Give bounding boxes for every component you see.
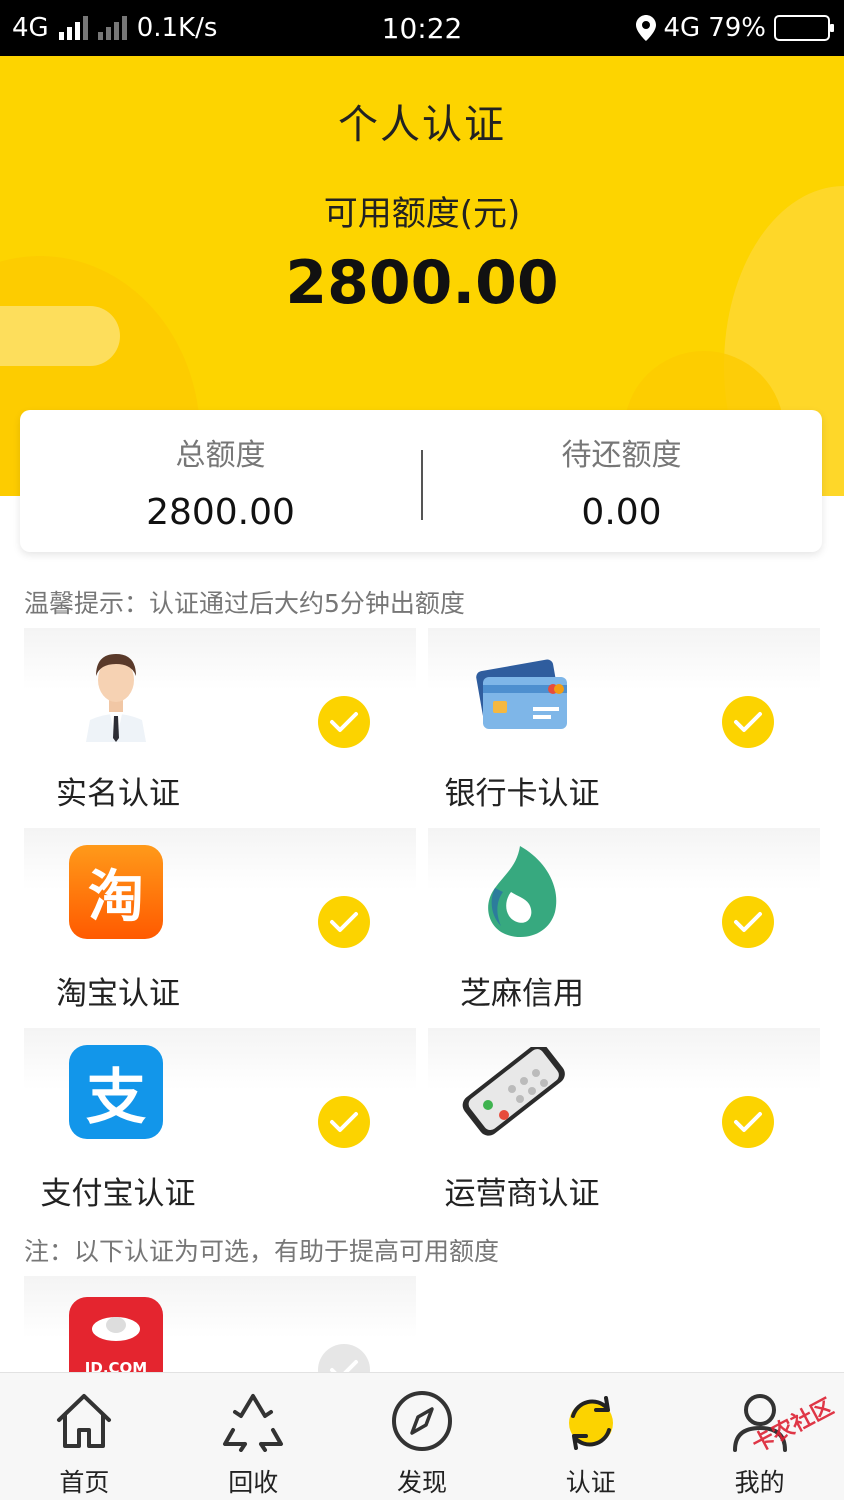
- verified-check-icon: [722, 696, 774, 748]
- nav-label: 认证: [565, 1468, 616, 1497]
- pending-credit: 待还额度 0.00: [421, 410, 822, 552]
- total-credit-label: 总额度: [175, 437, 266, 473]
- compass-icon: [388, 1387, 456, 1455]
- verified-check-icon: [318, 1096, 370, 1148]
- battery-percent: 79%: [708, 13, 766, 43]
- recycle-icon: [219, 1387, 287, 1455]
- nav-discover[interactable]: 发现: [338, 1373, 507, 1500]
- verified-check-icon: [722, 896, 774, 948]
- pending-credit-label: 待还额度: [561, 437, 682, 473]
- summary-divider: [421, 450, 423, 520]
- jd-logo-text: JD.COM: [84, 1359, 148, 1372]
- taobao-glyph: 淘: [88, 864, 144, 930]
- nav-verify[interactable]: 认证: [506, 1373, 675, 1500]
- pending-credit-value: 0.00: [581, 491, 662, 533]
- auth-item-taobao[interactable]: 淘 淘宝认证: [24, 828, 416, 1016]
- sesame-credit-icon: [472, 842, 568, 942]
- auth-item-label: 淘宝认证: [56, 976, 180, 1012]
- auth-item-bank-card[interactable]: 银行卡认证: [428, 628, 820, 816]
- bottom-nav: 首页 回收 发现 认证 我的: [0, 1372, 844, 1500]
- credit-summary-card: 总额度 2800.00 待还额度 0.00: [20, 410, 822, 552]
- auth-item-alipay[interactable]: 支 支付宝认证: [24, 1028, 416, 1216]
- alipay-icon: 支: [68, 1042, 164, 1142]
- auth-item-sesame-credit[interactable]: 芝麻信用: [428, 828, 820, 1016]
- nav-label: 发现: [396, 1468, 447, 1497]
- unverified-check-icon: [318, 1344, 370, 1372]
- page-title: 个人认证: [338, 102, 506, 148]
- home-icon: [50, 1387, 118, 1455]
- total-credit: 总额度 2800.00: [20, 410, 421, 552]
- verified-check-icon: [318, 696, 370, 748]
- optional-note: 注：以下认证为可选，有助于提高可用额度: [24, 1237, 500, 1266]
- battery-icon: [774, 15, 834, 41]
- phone-icon: [462, 1042, 582, 1142]
- taobao-icon: 淘: [68, 842, 164, 942]
- auth-item-label: 芝麻信用: [460, 976, 584, 1012]
- auth-item-label: 银行卡认证: [444, 776, 600, 812]
- auth-item-real-name[interactable]: 实名认证: [24, 628, 416, 816]
- available-credit-value: 2800.00: [285, 248, 559, 318]
- network-type-right: 4G: [663, 13, 701, 43]
- nav-label: 回收: [228, 1468, 279, 1497]
- jd-icon: JD.COM: [68, 1294, 164, 1372]
- auth-item-carrier[interactable]: 运营商认证: [428, 1028, 820, 1216]
- verified-check-icon: [722, 1096, 774, 1148]
- nav-recycle[interactable]: 回收: [169, 1373, 338, 1500]
- nav-home[interactable]: 首页: [0, 1373, 169, 1500]
- person-icon: [68, 642, 164, 742]
- bank-card-icon: [468, 642, 578, 742]
- total-credit-value: 2800.00: [146, 491, 295, 533]
- tip-text: 温馨提示：认证通过后大约5分钟出额度: [24, 589, 465, 618]
- auth-item-label: 实名认证: [56, 776, 180, 812]
- status-right: 4G 79%: [635, 0, 834, 56]
- nav-label: 首页: [59, 1468, 110, 1497]
- verified-check-icon: [318, 896, 370, 948]
- alipay-glyph: 支: [86, 1062, 146, 1133]
- location-icon: [635, 15, 656, 41]
- auth-item-label: 运营商认证: [444, 1176, 600, 1212]
- verify-icon: [557, 1387, 625, 1455]
- available-credit-label: 可用额度(元): [323, 194, 521, 234]
- auth-item-label: 支付宝认证: [40, 1176, 196, 1212]
- nav-label: 我的: [734, 1468, 785, 1497]
- auth-item-jd[interactable]: JD.COM: [24, 1276, 416, 1372]
- status-bar: 4G 0.1K/s 10:22 4G 79%: [0, 0, 844, 56]
